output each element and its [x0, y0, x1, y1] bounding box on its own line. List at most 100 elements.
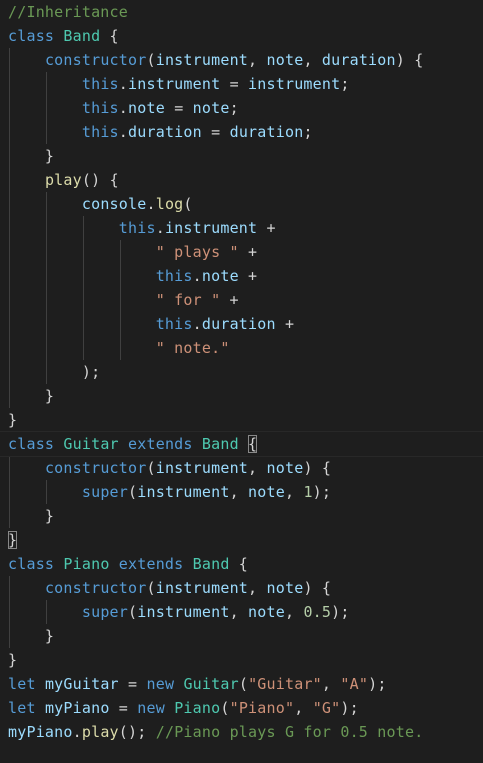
- code-line[interactable]: console.log(: [8, 192, 193, 216]
- code-token-plain: (: [146, 459, 156, 477]
- code-token-plain: ;: [303, 123, 313, 141]
- code-token-comment: //Piano plays G for 0.5 note.: [155, 723, 424, 741]
- code-token-plain: (: [238, 675, 249, 693]
- code-token-plain: ,: [248, 579, 267, 597]
- code-token-plain: ,: [303, 51, 322, 69]
- code-line[interactable]: constructor(instrument, note, duration) …: [8, 48, 423, 72]
- code-token-plain: (: [220, 699, 230, 717]
- code-token-plain: ;: [340, 75, 350, 93]
- code-line[interactable]: class Piano extends Band {: [8, 552, 248, 576]
- code-token-keyword: constructor: [44, 579, 147, 597]
- code-token-keyword: class: [8, 555, 64, 573]
- code-token-string: " for ": [155, 291, 221, 309]
- code-token-function: log: [155, 195, 184, 213]
- code-token-plain: (: [183, 195, 193, 213]
- code-token-variable: instrument: [248, 75, 341, 93]
- code-token-string: "Guitar": [248, 675, 322, 693]
- code-line[interactable]: class Band {: [8, 24, 119, 48]
- code-line[interactable]: " note.": [8, 336, 230, 360]
- code-line[interactable]: this.duration = duration;: [8, 120, 313, 144]
- code-token-plain: ();: [118, 723, 156, 741]
- code-token-string: " plays ": [155, 243, 239, 261]
- code-token-plain: ) {: [303, 579, 332, 597]
- code-line[interactable]: );: [8, 360, 100, 384]
- code-line[interactable]: }: [8, 624, 54, 648]
- code-line[interactable]: }: [8, 144, 54, 168]
- code-line[interactable]: let myPiano = new Piano("Piano", "G");: [8, 696, 359, 720]
- code-token-class-name: Piano: [174, 699, 221, 717]
- code-token-function: play: [44, 171, 82, 189]
- code-token-keyword: extends: [128, 435, 193, 453]
- code-token-variable: note: [248, 483, 285, 501]
- code-token-plain: ;: [229, 99, 239, 117]
- code-token-plain: =: [109, 699, 138, 717]
- code-editor[interactable]: //Inheritance class Band { constructor(in…: [0, 0, 483, 763]
- code-token-plain: ,: [284, 603, 304, 621]
- code-token-keyword: constructor: [44, 459, 147, 477]
- code-token-plain: =: [118, 675, 147, 693]
- code-token-plain: );: [331, 603, 350, 621]
- code-token-plain: }: [8, 627, 55, 645]
- code-token-plain: {: [100, 27, 119, 45]
- code-token-plain: .: [155, 219, 165, 237]
- code-token-string: " note.": [155, 339, 230, 357]
- code-token-variable: myGuitar: [44, 675, 119, 693]
- code-token-plain: }: [8, 651, 18, 669]
- code-token-plain: ) {: [303, 459, 332, 477]
- code-token-class-name: Band: [201, 435, 239, 453]
- code-token-string: "A": [340, 675, 369, 693]
- code-token-plain: );: [340, 699, 359, 717]
- code-line[interactable]: class Guitar extends Band {: [0, 431, 483, 457]
- code-line[interactable]: super(instrument, note, 1);: [8, 480, 331, 504]
- code-token-plain: );: [368, 675, 387, 693]
- code-line[interactable]: }: [8, 648, 17, 672]
- code-line[interactable]: myPiano.play(); //Piano plays G for 0.5 …: [8, 720, 423, 744]
- code-token-plain: =: [164, 99, 193, 117]
- code-token-plain: }: [8, 531, 18, 549]
- code-line[interactable]: }: [8, 504, 54, 528]
- code-line[interactable]: }: [8, 384, 54, 408]
- code-token-class-name: Band: [192, 555, 230, 573]
- code-line[interactable]: play() {: [8, 168, 119, 192]
- code-line[interactable]: this.duration +: [8, 312, 294, 336]
- code-line[interactable]: //Inheritance: [8, 0, 128, 24]
- code-token-string: "Piano": [229, 699, 295, 717]
- code-token-keyword: super: [81, 603, 129, 621]
- code-line[interactable]: }: [8, 528, 18, 552]
- code-token-plain: +: [257, 219, 276, 237]
- code-line[interactable]: }: [8, 408, 17, 432]
- code-line[interactable]: this.note = note;: [8, 96, 239, 120]
- code-line[interactable]: let myGuitar = new Guitar("Guitar", "A")…: [8, 672, 387, 696]
- code-token-variable: duration: [321, 51, 396, 69]
- code-line[interactable]: super(instrument, note, 0.5);: [8, 600, 350, 624]
- code-token-plain: );: [8, 363, 101, 381]
- code-line[interactable]: this.note +: [8, 264, 257, 288]
- code-line[interactable]: this.instrument +: [8, 216, 276, 240]
- code-token-plain: ,: [294, 699, 313, 717]
- code-token-variable: console: [81, 195, 147, 213]
- code-token-keyword: this: [81, 123, 119, 141]
- code-token-variable: note: [128, 99, 165, 117]
- code-line[interactable]: this.instrument = instrument;: [8, 72, 350, 96]
- code-line[interactable]: constructor(instrument, note) {: [8, 456, 331, 480]
- code-token-number: 1: [303, 483, 313, 501]
- code-line[interactable]: " for " +: [8, 288, 239, 312]
- code-line[interactable]: " plays " +: [8, 240, 257, 264]
- code-token-variable: instrument: [155, 51, 249, 69]
- code-line[interactable]: constructor(instrument, note) {: [8, 576, 331, 600]
- code-token-keyword: this: [81, 75, 119, 93]
- code-token-variable: note: [192, 99, 230, 117]
- code-token-plain: .: [118, 99, 129, 117]
